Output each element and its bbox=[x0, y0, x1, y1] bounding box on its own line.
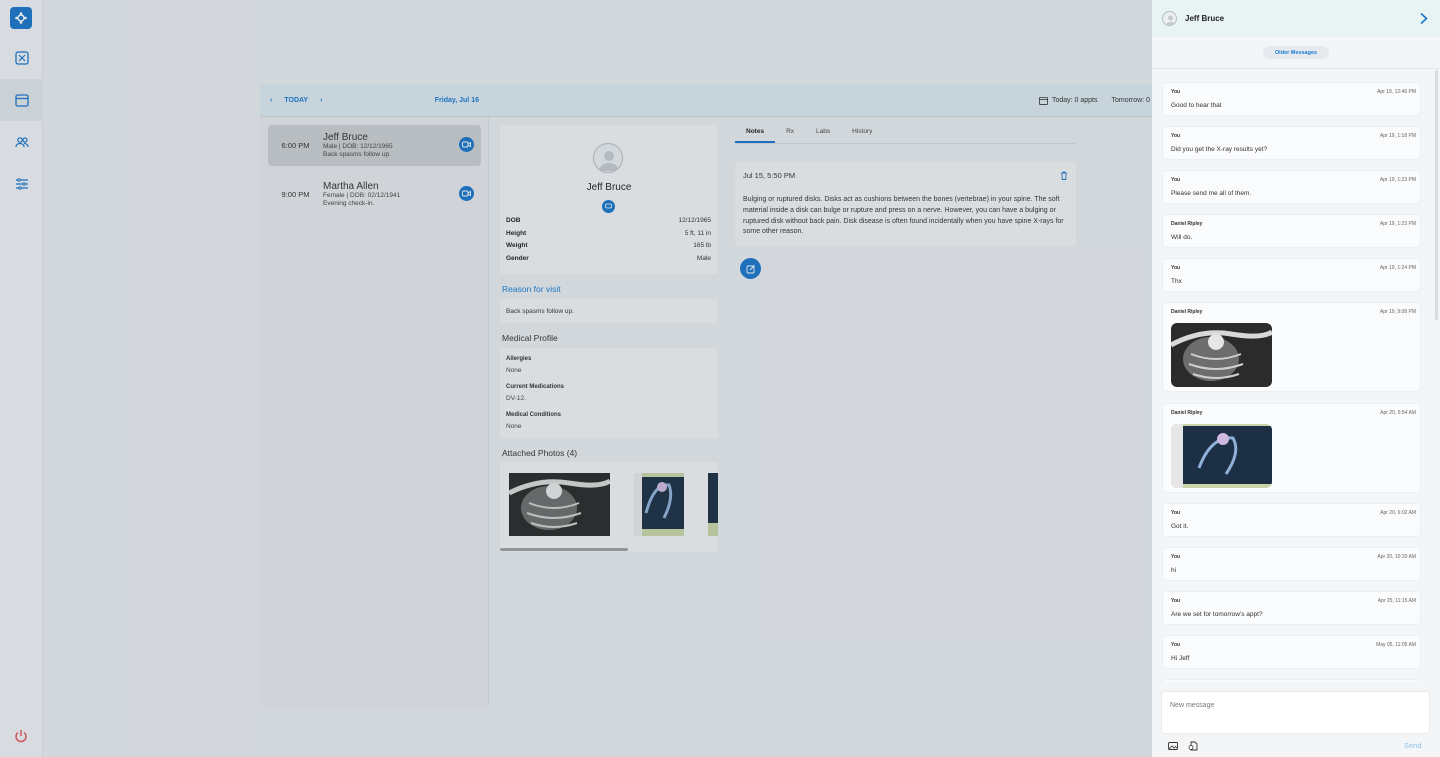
users-icon bbox=[14, 137, 29, 148]
appointment-time: 9:00 PM bbox=[281, 190, 310, 199]
nav-settings[interactable] bbox=[0, 163, 43, 205]
schedule-header: ‹ TODAY › Friday, Jul 16 bbox=[260, 84, 489, 117]
patient-name: Jeff Bruce bbox=[586, 182, 632, 193]
tab-labs[interactable]: Labs bbox=[805, 123, 841, 143]
message-bubble: You Apr 19, 12:46 PM Good to hear that bbox=[1162, 82, 1421, 116]
edit-icon bbox=[746, 264, 755, 273]
older-messages-button[interactable]: Older Messages bbox=[1263, 46, 1329, 59]
add-note-button[interactable] bbox=[740, 258, 761, 279]
message-bubble: You Apr 25, 11:15 AM Are we set for tomorr… bbox=[1162, 591, 1421, 625]
grid-icon bbox=[14, 51, 29, 65]
message-bubble: You May 05, 11:05 AM Hi Jeff bbox=[1162, 635, 1421, 669]
reason-text: Back spasms follow up. bbox=[500, 299, 718, 323]
xray-photo[interactable] bbox=[1171, 424, 1272, 488]
message-bubble: Daniel Ripley Apr 20, 5:54 AM bbox=[1162, 403, 1421, 493]
appointment-time: 6:00 PM bbox=[281, 141, 310, 150]
medications-label: Current Medications bbox=[506, 384, 565, 390]
allergies-value: None bbox=[506, 367, 522, 374]
message-bubble: You Apr 19, 1:23 PM Please send me all of … bbox=[1162, 170, 1421, 204]
horizontal-scrollbar[interactable] bbox=[500, 548, 628, 551]
message-input[interactable]: New message bbox=[1161, 691, 1430, 734]
appointment-list: 6:00 PM Jeff Bruce Male | DOB: 12/12/196… bbox=[260, 117, 489, 706]
nav-patients[interactable] bbox=[0, 121, 43, 163]
appointment-item[interactable]: 6:00 PM Jeff Bruce Male | DOB: 12/12/196… bbox=[268, 125, 481, 166]
vertical-scrollbar[interactable] bbox=[1435, 70, 1438, 320]
note-text: Bulging or ruptured disks. Disks act as … bbox=[743, 196, 1064, 236]
xray-photo[interactable] bbox=[509, 473, 610, 536]
medical-profile-title: Medical Profile bbox=[502, 333, 558, 343]
video-call-button[interactable] bbox=[459, 186, 474, 201]
xray-photo[interactable] bbox=[634, 473, 684, 536]
patient-field: Height 5 ft, 11 in bbox=[506, 230, 711, 237]
conditions-value: None bbox=[506, 423, 522, 430]
medical-profile: Allergies None Current Medications DV-12… bbox=[500, 348, 718, 438]
nav-calendar[interactable] bbox=[0, 79, 43, 121]
photos-title: Attached Photos (4) bbox=[502, 448, 578, 458]
patient-card: Jeff Bruce DOB 12/12/1965 Height 5 ft, 11 … bbox=[500, 125, 718, 274]
appointment-note: Back spasms follow up. bbox=[323, 151, 391, 158]
message-button[interactable] bbox=[602, 200, 615, 213]
calendar-icon bbox=[14, 94, 29, 107]
send-button[interactable]: Send bbox=[1404, 741, 1422, 750]
chat-contact-name: Jeff Bruce bbox=[1185, 14, 1225, 23]
note-date: Jul 15, 5:50 PM bbox=[743, 171, 796, 180]
patient-field: DOB 12/12/1965 bbox=[506, 217, 711, 224]
today-appts: Today: 0 appts bbox=[1051, 96, 1098, 104]
appointment-meta: Female | DOB: 02/12/1941 bbox=[323, 192, 401, 199]
next-day-button[interactable]: › bbox=[320, 97, 322, 104]
prev-day-button[interactable]: ‹ bbox=[270, 97, 272, 104]
appointment-item[interactable]: 9:00 PM Martha Allen Female | DOB: 02/12… bbox=[268, 174, 481, 215]
power-icon[interactable] bbox=[13, 728, 29, 744]
message-bubble: You Apr 19, 1:18 PM Did you get the X-ray … bbox=[1162, 126, 1421, 160]
calendar-icon bbox=[1038, 96, 1048, 105]
chat-panel: Jeff Bruce Older Messages You Apr 19, 12:… bbox=[1152, 0, 1440, 757]
avatar bbox=[1162, 11, 1177, 26]
compose-tools bbox=[1168, 741, 1198, 751]
note-card: Jul 15, 5:50 PM Bulging or ruptured disk… bbox=[735, 162, 1076, 246]
attach-file-icon[interactable] bbox=[1188, 741, 1198, 751]
patient-field: Gender Male bbox=[506, 255, 711, 262]
left-nav bbox=[0, 0, 43, 757]
message-bubble: You Apr 20, 6:02 AM Got it. bbox=[1162, 503, 1421, 537]
video-icon bbox=[462, 190, 471, 197]
video-icon bbox=[462, 141, 471, 148]
chat-icon bbox=[605, 203, 612, 209]
sliders-icon bbox=[15, 178, 28, 190]
message-bubble: You Apr 20, 10:20 AM hi bbox=[1162, 547, 1421, 581]
chat-header: Jeff Bruce bbox=[1152, 0, 1440, 37]
message-bubble: Daniel Ripley Apr 19, 1:23 PM Will do. bbox=[1162, 214, 1421, 248]
tab-history[interactable]: History bbox=[841, 123, 883, 143]
logo-icon[interactable] bbox=[10, 7, 32, 29]
top-header: Today: 0 appts Tomorrow: 0 bbox=[489, 84, 1152, 117]
schedule-date: Friday, Jul 16 bbox=[434, 96, 479, 104]
xray-photo[interactable] bbox=[708, 473, 718, 536]
message-bubble: You Apr 19, 1:24 PM Thx bbox=[1162, 258, 1421, 292]
nav-dashboard[interactable] bbox=[0, 37, 43, 79]
tab-notes[interactable]: Notes bbox=[735, 123, 776, 143]
chevron-right-icon[interactable] bbox=[1419, 12, 1429, 25]
tab-rx[interactable]: Rx bbox=[775, 123, 805, 143]
reason-title: Reason for visit bbox=[502, 284, 561, 294]
notes-tabs: Notes Rx Labs History bbox=[735, 123, 1076, 144]
today-button[interactable]: TODAY bbox=[284, 97, 308, 104]
conditions-label: Medical Conditions bbox=[506, 412, 562, 418]
message-bubble bbox=[1162, 679, 1421, 682]
allergies-label: Allergies bbox=[506, 356, 532, 362]
photo-strip[interactable] bbox=[500, 462, 718, 552]
message-list[interactable]: You Apr 19, 12:46 PM Good to hear that You… bbox=[1152, 68, 1440, 682]
appointment-meta: Male | DOB: 12/12/1965 bbox=[323, 143, 393, 150]
avatar bbox=[593, 143, 623, 173]
message-bubble: Daniel Ripley Apr 19, 9:08 PM bbox=[1162, 302, 1421, 392]
appointment-name: Martha Allen bbox=[323, 181, 379, 192]
image-icon[interactable] bbox=[1168, 741, 1178, 751]
medications-value: DV-12. bbox=[506, 395, 526, 402]
appointment-name: Jeff Bruce bbox=[323, 132, 368, 143]
xray-photo[interactable] bbox=[1171, 323, 1272, 387]
video-call-button[interactable] bbox=[459, 137, 474, 152]
appointment-note: Evening check-in. bbox=[323, 200, 375, 207]
patient-field: Weight 165 lb bbox=[506, 242, 711, 249]
tomorrow-appts: Tomorrow: 0 bbox=[1111, 96, 1150, 104]
trash-icon[interactable] bbox=[1060, 171, 1068, 180]
